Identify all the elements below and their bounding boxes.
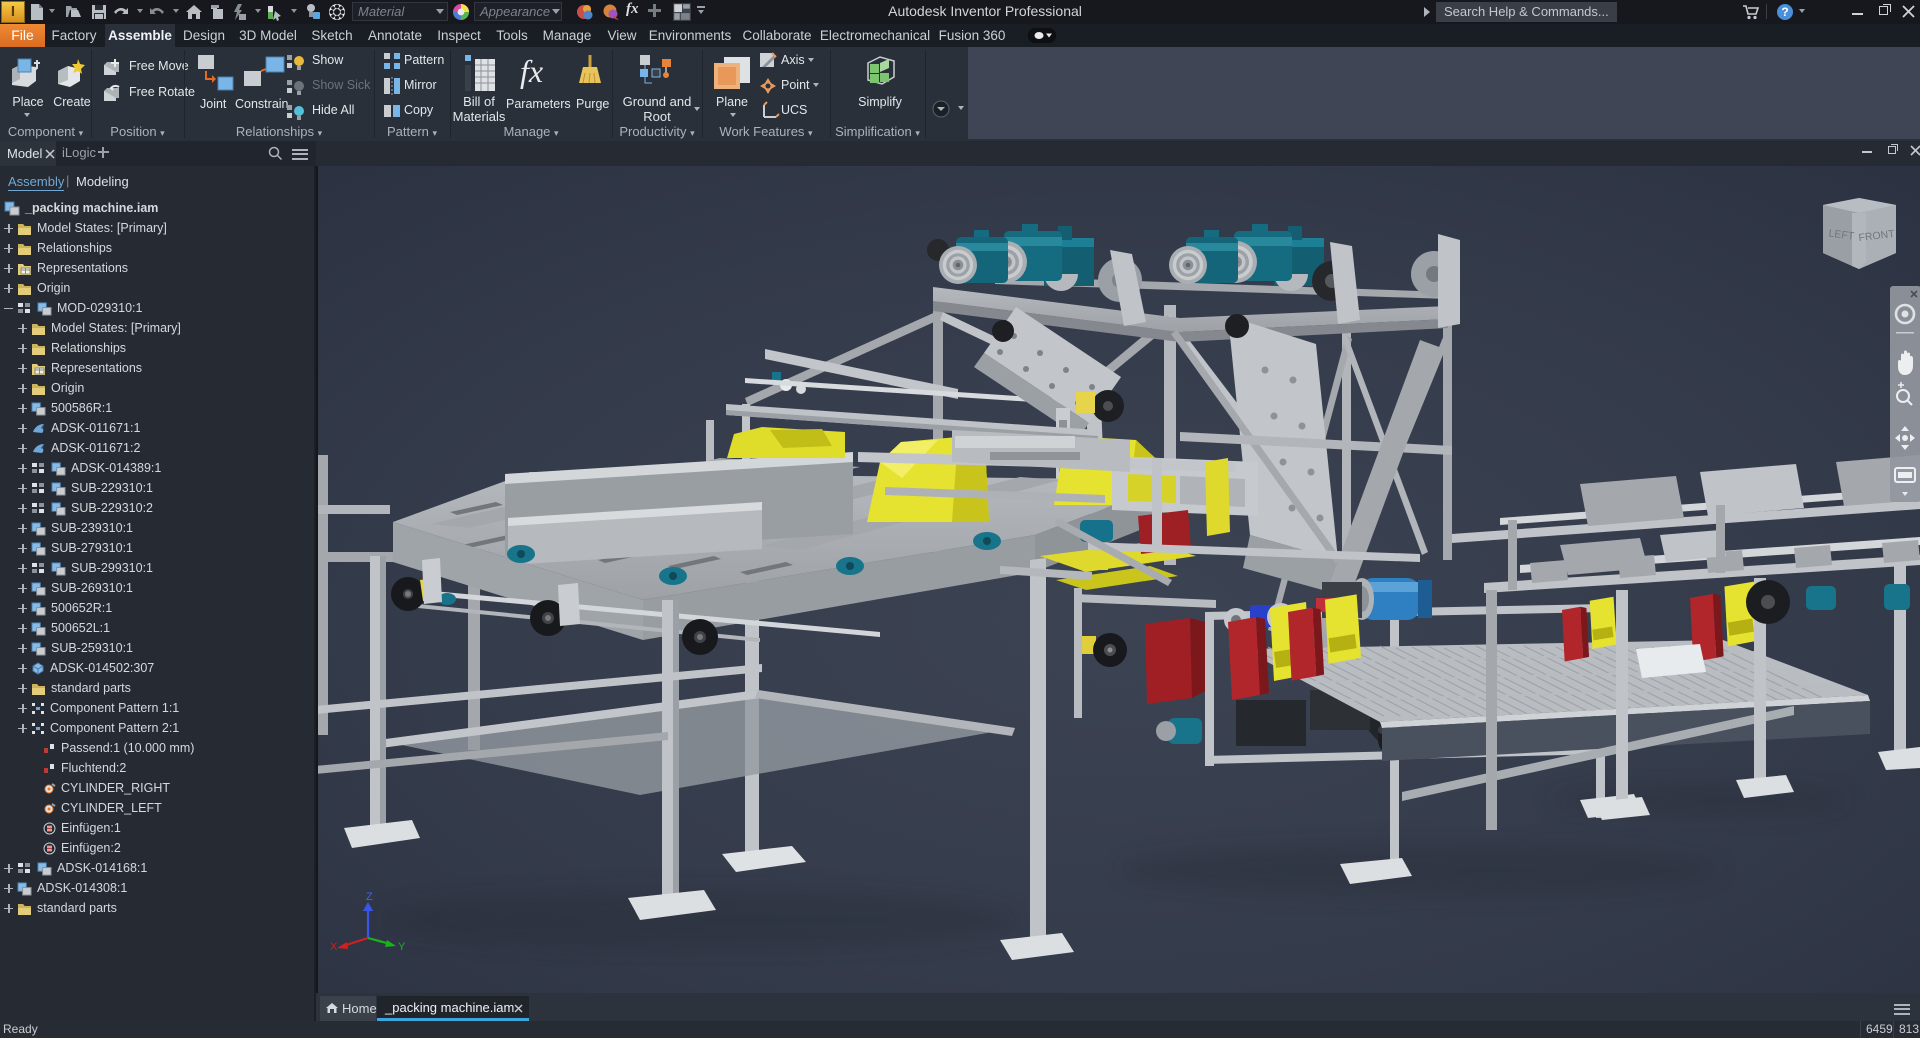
svg-text:?: ? (1781, 5, 1788, 19)
svg-text:X: X (330, 941, 338, 953)
svg-text:Y: Y (398, 941, 406, 953)
svg-text:Z: Z (366, 891, 373, 903)
